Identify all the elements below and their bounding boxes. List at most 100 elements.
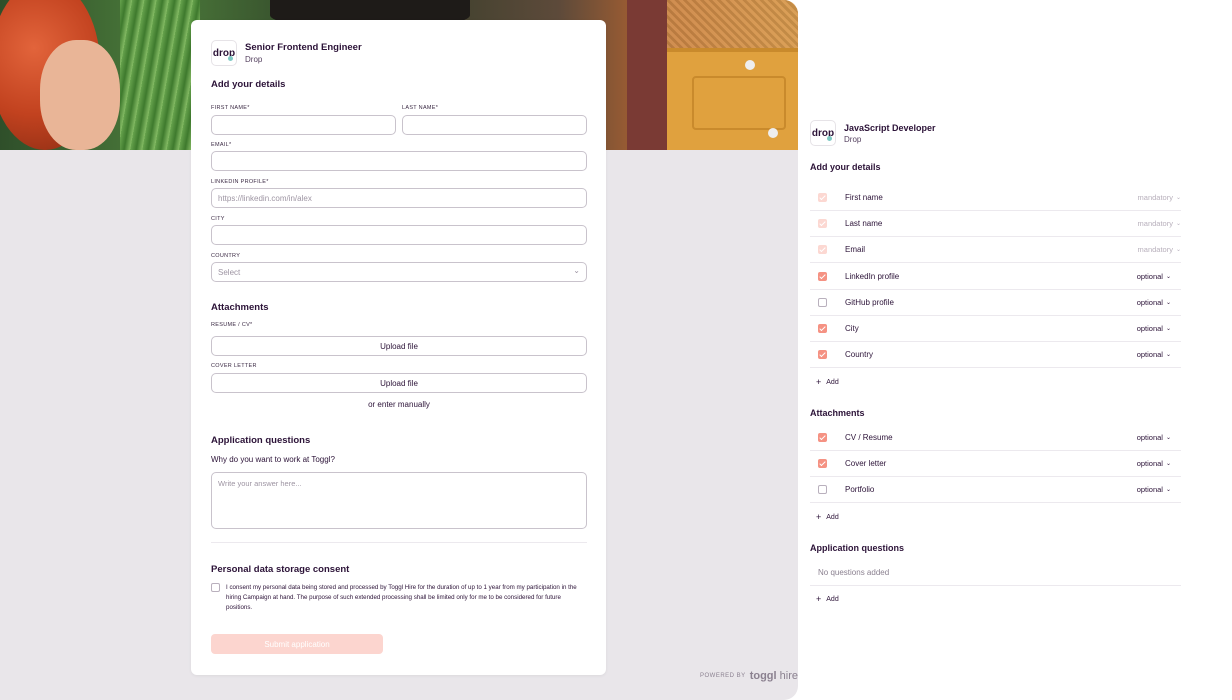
country-value: Select — [218, 267, 241, 277]
chevron-down-icon: ⌄ — [1165, 273, 1171, 280]
requirement-value: mandatory — [1137, 219, 1173, 229]
requirement-dropdown: mandatory ⌄ — [1138, 219, 1181, 228]
chevron-down-icon: ⌄ — [1175, 221, 1181, 228]
application-form: drop Senior Frontend Engineer Drop Add y… — [191, 20, 606, 675]
email-label: EMAIL* — [211, 142, 232, 148]
add-attachment-button[interactable]: + Add — [816, 512, 839, 522]
question-text: Why do you want to work at Toggl? — [211, 455, 335, 464]
enter-manually-link[interactable]: or enter manually — [211, 400, 587, 409]
requirement-value: optional — [1136, 271, 1163, 281]
linkedin-placeholder: https://linkedin.com/in/alex — [218, 193, 312, 203]
requirement-value: optional — [1136, 324, 1163, 333]
chevron-down-icon: ⌄ — [1175, 195, 1181, 201]
field-row: GitHub profile optional ⌄ — [810, 290, 1181, 316]
requirement-dropdown[interactable]: optional ⌄ — [1137, 485, 1171, 494]
field-checkbox[interactable] — [818, 297, 827, 307]
field-checkbox[interactable] — [818, 459, 827, 469]
cover-letter-label: COVER LETTER — [211, 363, 257, 369]
job-title: Senior Frontend Engineer — [245, 42, 362, 53]
field-name: GitHub profile — [845, 297, 894, 307]
linkedin-input[interactable]: https://linkedin.com/in/alex — [211, 188, 587, 208]
requirement-dropdown: mandatory ⌄ — [1138, 245, 1181, 254]
last-name-input[interactable] — [402, 115, 587, 135]
plus-icon: + — [816, 594, 822, 604]
requirement-value: mandatory — [1137, 245, 1173, 255]
field-name: Email — [845, 245, 866, 255]
field-row: Country optional ⌄ — [810, 342, 1181, 369]
answer-placeholder: Write your answer here... — [218, 479, 302, 488]
job-header: drop Senior Frontend Engineer Drop — [211, 40, 362, 66]
powered-by-label: POWERED BY — [700, 673, 746, 679]
resume-upload-button[interactable]: Upload file — [211, 336, 587, 356]
chevron-down-icon: ⌄ — [573, 266, 580, 275]
chevron-down-icon: ⌄ — [1165, 435, 1171, 441]
field-checkbox — [818, 245, 827, 255]
last-name-label: LAST NAME* — [402, 105, 439, 111]
field-row: CV / Resume optional ⌄ — [810, 425, 1181, 451]
field-name: CV / Resume — [845, 433, 893, 442]
email-input[interactable] — [211, 151, 587, 171]
company-name: Drop — [245, 55, 263, 64]
company-logo: drop — [810, 120, 836, 146]
field-checkbox — [818, 219, 827, 229]
divider — [211, 542, 587, 543]
add-question-button[interactable]: + Add — [816, 594, 839, 604]
requirement-dropdown[interactable]: optional ⌄ — [1137, 350, 1171, 359]
cover-letter-upload-button[interactable]: Upload file — [211, 373, 587, 393]
requirement-dropdown[interactable]: optional ⌄ — [1137, 324, 1171, 333]
resume-label: RESUME / CV* — [211, 322, 253, 328]
field-checkbox[interactable] — [818, 433, 827, 442]
field-name: Portfolio — [845, 485, 875, 495]
field-checkbox[interactable] — [818, 271, 827, 281]
requirement-dropdown[interactable]: optional ⌄ — [1137, 298, 1171, 307]
questions-heading: Application questions — [211, 435, 311, 446]
field-row: Last name mandatory ⌄ — [810, 211, 1181, 238]
powered-by: POWERED BY toggl hire — [700, 670, 798, 682]
divider — [810, 585, 1181, 586]
settings-company: Drop — [844, 134, 862, 144]
answer-textarea[interactable]: Write your answer here... — [211, 472, 587, 529]
field-name: Last name — [845, 219, 883, 229]
chevron-down-icon: ⌄ — [1165, 326, 1171, 332]
chevron-down-icon: ⌄ — [1165, 299, 1171, 306]
field-checkbox[interactable] — [818, 324, 827, 333]
field-name: Cover letter — [845, 459, 887, 469]
field-name: First name — [845, 193, 883, 202]
form-settings-panel: drop JavaScript Developer Drop Add your … — [810, 120, 1181, 604]
requirement-dropdown[interactable]: optional ⌄ — [1137, 272, 1171, 281]
application-preview: drop Senior Frontend Engineer Drop Add y… — [0, 0, 798, 700]
field-checkbox[interactable] — [818, 485, 827, 495]
attachments-heading: Attachments — [211, 302, 269, 313]
first-name-input[interactable] — [211, 115, 396, 135]
consent-checkbox[interactable] — [211, 583, 220, 592]
requirement-dropdown[interactable]: optional ⌄ — [1137, 433, 1171, 442]
requirement-value: optional — [1136, 485, 1163, 495]
first-name-label: FIRST NAME* — [211, 105, 250, 111]
settings-attachments-heading: Attachments — [810, 408, 865, 418]
field-checkbox[interactable] — [818, 350, 827, 360]
field-name: Country — [845, 350, 874, 360]
settings-questions-heading: Application questions — [810, 543, 905, 553]
country-select[interactable]: Select ⌄ — [211, 262, 587, 282]
requirement-dropdown: mandatory ⌄ — [1138, 193, 1181, 202]
chevron-down-icon: ⌄ — [1165, 461, 1171, 468]
field-row: LinkedIn profile optional ⌄ — [810, 264, 1181, 290]
linkedin-label: LINKEDIN PROFILE* — [211, 179, 269, 185]
settings-details-heading: Add your details — [810, 162, 881, 172]
field-checkbox — [818, 193, 827, 202]
company-logo: drop — [211, 40, 237, 66]
details-heading: Add your details — [211, 79, 286, 90]
submit-button[interactable]: Submit application — [211, 634, 383, 654]
field-row: City optional ⌄ — [810, 316, 1181, 342]
plus-icon: + — [816, 512, 822, 522]
city-input[interactable] — [211, 225, 587, 245]
consent-heading: Personal data storage consent — [211, 564, 350, 575]
no-questions-text: No questions added — [818, 568, 890, 577]
requirement-dropdown[interactable]: optional ⌄ — [1137, 459, 1171, 468]
consent-text: I consent my personal data being stored … — [226, 584, 577, 611]
field-row: Email mandatory ⌄ — [810, 237, 1181, 264]
field-row: First name mandatory ⌄ — [810, 185, 1181, 211]
settings-job-header: drop JavaScript Developer Drop — [810, 120, 1181, 146]
add-detail-field-button[interactable]: + Add — [816, 377, 839, 387]
field-row: Cover letter optional ⌄ — [810, 451, 1181, 478]
